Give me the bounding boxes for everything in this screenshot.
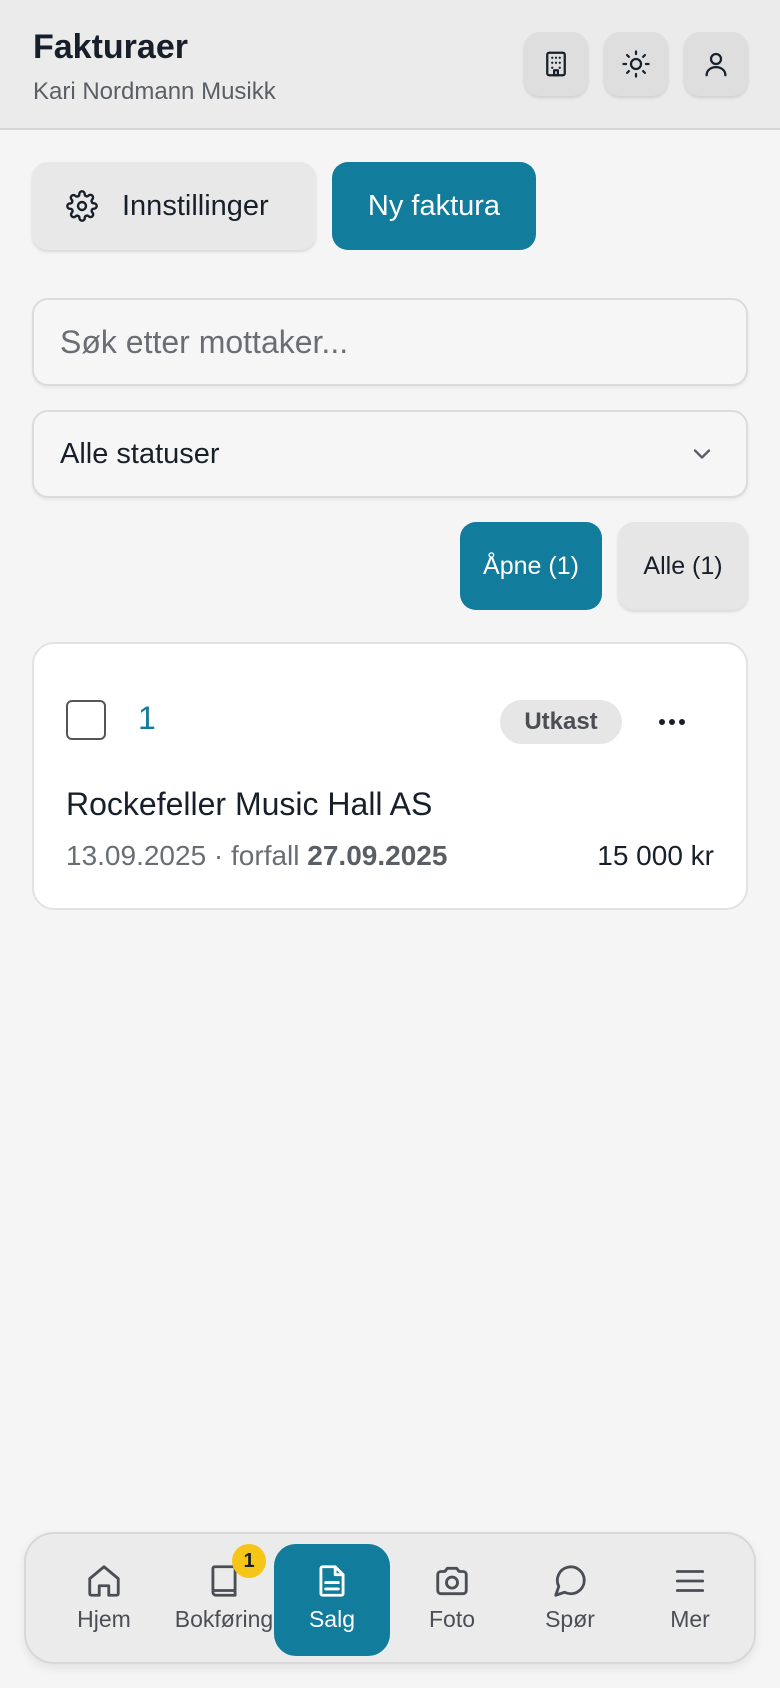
invoice-select-checkbox[interactable] — [66, 700, 106, 740]
invoice-number[interactable]: 1 — [138, 700, 156, 737]
nav-label: Salg — [308, 1606, 356, 1632]
recipient-search-input[interactable] — [32, 298, 748, 386]
more-horizontal-icon — [659, 719, 685, 725]
filter-all-button[interactable]: Alle (1) — [618, 522, 748, 610]
nav-label: Spør — [545, 1606, 595, 1632]
invoice-card[interactable]: 1 Utkast Rockefeller Music Hall AS 13.09… — [32, 642, 748, 910]
nav-label: Mer — [670, 1606, 710, 1632]
nav-item-sales[interactable]: Salg — [274, 1544, 390, 1656]
chevron-down-icon — [693, 449, 711, 459]
nav-item-photo[interactable]: Foto — [394, 1544, 510, 1656]
company-button[interactable] — [524, 32, 588, 96]
invoice-customer: Rockefeller Music Hall AS — [66, 786, 433, 822]
notification-badge: 1 — [232, 1544, 266, 1578]
invoice-amount: 15 000 kr — [597, 840, 714, 871]
settings-button[interactable]: Innstillinger — [32, 162, 316, 250]
camera-icon — [436, 1566, 468, 1596]
app-header: Fakturaer Kari Nordmann Musikk — [0, 0, 780, 130]
new-invoice-button[interactable]: Ny faktura — [332, 162, 536, 250]
menu-icon — [675, 1570, 705, 1592]
settings-button-label: Innstillinger — [122, 189, 269, 222]
gear-icon — [66, 190, 98, 222]
nav-label: Bokføring — [174, 1606, 274, 1632]
invoice-date: 13.09.2025 — [66, 840, 207, 871]
user-icon — [705, 52, 727, 77]
building-icon — [546, 51, 566, 77]
due-prefix: · forfall — [206, 840, 308, 871]
home-icon — [88, 1565, 120, 1597]
bottom-nav: Hjem Bokføring 1 Salg Foto Spør Mer — [24, 1532, 756, 1664]
filter-open-button[interactable]: Åpne (1) — [460, 522, 602, 610]
nav-item-more[interactable]: Mer — [632, 1544, 748, 1656]
nav-item-home[interactable]: Hjem — [46, 1544, 162, 1656]
nav-label: Hjem — [77, 1606, 131, 1632]
invoice-due-date: 27.09.2025 — [307, 840, 448, 871]
nav-label: Foto — [428, 1606, 476, 1632]
theme-toggle-button[interactable] — [604, 32, 668, 96]
invoice-dates: 13.09.2025 · forfall 27.09.2025 — [66, 840, 447, 872]
nav-item-bookkeeping[interactable]: Bokføring 1 — [166, 1544, 282, 1656]
nav-item-ask[interactable]: Spør — [512, 1544, 628, 1656]
more-options-button[interactable] — [644, 694, 700, 750]
company-name: Kari Nordmann Musikk — [33, 78, 276, 105]
chat-icon — [554, 1565, 586, 1597]
profile-button[interactable] — [684, 32, 748, 96]
page-title: Fakturaer — [33, 28, 188, 66]
status-select-value: Alle statuser — [60, 437, 220, 470]
status-badge: Utkast — [500, 700, 622, 744]
status-select[interactable]: Alle statuser — [32, 410, 748, 498]
sun-icon — [622, 50, 650, 78]
document-icon — [319, 1565, 345, 1597]
